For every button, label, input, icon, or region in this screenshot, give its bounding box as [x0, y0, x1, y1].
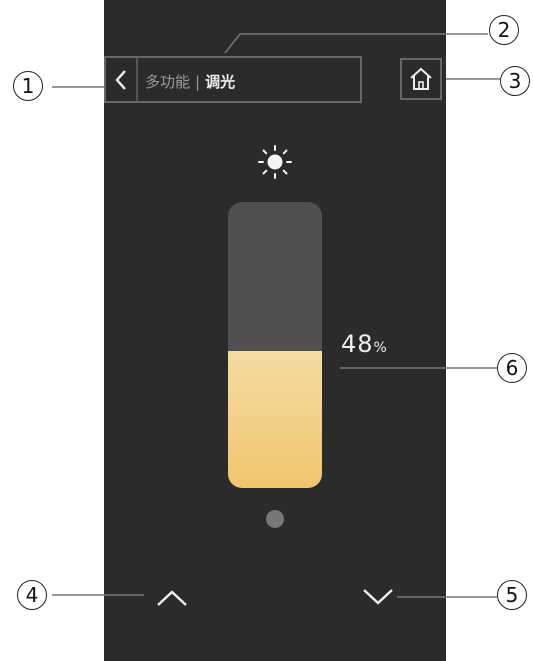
- back-button[interactable]: [106, 58, 138, 101]
- page-indicator-dot: [266, 510, 284, 528]
- chevron-down-icon[interactable]: [358, 584, 398, 610]
- home-button[interactable]: [400, 58, 442, 100]
- breadcrumb: 多功能 | 调光: [145, 71, 235, 92]
- breadcrumb-separator: |: [195, 73, 201, 91]
- callout-1: 1: [13, 71, 43, 101]
- chevron-up-icon[interactable]: [152, 585, 192, 611]
- brightness-value: 48%: [341, 330, 387, 358]
- callout-5: 5: [497, 580, 527, 610]
- callout-2: 2: [489, 15, 519, 45]
- callout-6: 6: [497, 353, 527, 383]
- sun-icon: [258, 145, 292, 179]
- callout-3: 3: [500, 66, 530, 96]
- brightness-unit: %: [373, 340, 387, 356]
- callout-4: 4: [17, 580, 47, 610]
- home-icon: [410, 67, 432, 90]
- breadcrumb-section: 多功能: [145, 73, 191, 91]
- chevron-left-icon: [115, 69, 126, 90]
- brightness-number: 48: [341, 330, 374, 358]
- page-title: 调光: [205, 73, 236, 91]
- brightness-fill: [228, 350, 322, 488]
- brightness-slider[interactable]: [228, 202, 322, 488]
